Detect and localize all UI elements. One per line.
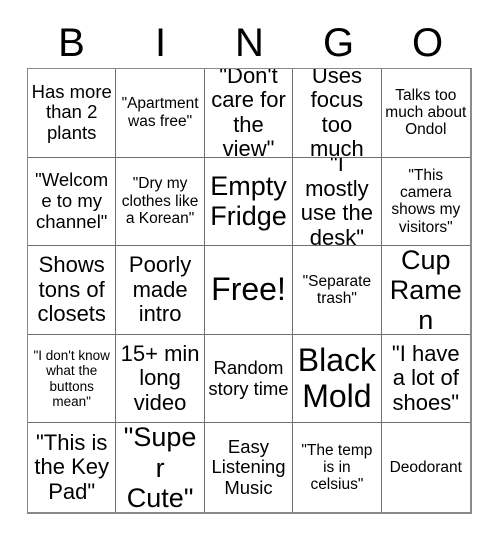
bingo-cell-label: "This camera shows my visitors" [391, 166, 461, 236]
bingo-cell[interactable]: "I don't know what the buttons mean" [28, 334, 117, 424]
bingo-cell-label: Random story time [208, 356, 289, 399]
bingo-cell[interactable]: "The temp is in celsius" [293, 423, 382, 512]
bingo-cell-label: "I have a lot of shoes" [391, 340, 460, 415]
bingo-cell[interactable]: "This is the Key Pad" [28, 423, 117, 512]
bingo-cell-label: "Super Cute" [123, 423, 197, 512]
bingo-cell-label: Shows tons of closets [37, 252, 106, 327]
bingo-cell[interactable]: "I have a lot of shoes" [381, 334, 470, 424]
bingo-header-letter-n: N [235, 21, 264, 65]
bingo-cell-label: Talks too much about Ondol [385, 86, 467, 139]
bingo-cell[interactable]: Random story time [204, 334, 294, 424]
bingo-cell[interactable]: "Apartment was free" [116, 69, 205, 158]
bingo-cell[interactable]: "Super Cute" [116, 423, 205, 512]
bingo-cell-label: "Separate trash" [302, 272, 372, 307]
bingo-cell-free-space[interactable]: Free! [204, 246, 294, 335]
bingo-header-letter-o: O [411, 21, 444, 65]
bingo-cell-label: Uses focus too much [309, 69, 364, 158]
bingo-cell-label: Black Mold [297, 341, 377, 414]
bingo-cell-label: Poorly made intro [128, 252, 192, 327]
bingo-cell[interactable]: 15+ min long video [116, 334, 205, 424]
bingo-cell[interactable]: Cup Ramen [381, 246, 470, 335]
bingo-cell[interactable]: "Don't care for the view" [204, 69, 294, 158]
bingo-header-letter-g: G [322, 21, 355, 65]
bingo-cell[interactable]: Deodorant [381, 423, 470, 512]
bingo-cell-label: "Welcome to my channel" [35, 169, 109, 232]
bingo-cell-label: "Dry my clothes like a Korean" [121, 175, 199, 228]
bingo-cell-label: "This is the Key Pad" [34, 429, 109, 504]
bingo-card: B I N G O Has more than 2 plants "Apartm… [0, 0, 500, 544]
bingo-cell-label: Has more than 2 plants [31, 80, 112, 144]
bingo-cell[interactable]: Easy Listening Music [204, 423, 294, 512]
bingo-cell[interactable]: "Separate trash" [293, 246, 382, 335]
bingo-cell[interactable]: "This camera shows my visitors" [381, 157, 470, 247]
bingo-cell[interactable]: Has more than 2 plants [28, 69, 117, 158]
bingo-cell-label: "Apartment was free" [121, 95, 199, 130]
bingo-cell-label: Cup Ramen [389, 246, 462, 335]
bingo-header: B I N G O [27, 18, 472, 68]
bingo-cell[interactable]: Shows tons of closets [28, 246, 117, 335]
bingo-cell-label: "Don't care for the view" [211, 69, 286, 158]
bingo-cell-label: "I mostly use the desk" [300, 157, 373, 247]
bingo-cell-label: Easy Listening Music [211, 435, 286, 499]
bingo-header-letter-i: I [154, 21, 167, 65]
bingo-cell[interactable]: Black Mold [293, 334, 382, 424]
bingo-cell-label: Empty Fridge [210, 171, 287, 232]
bingo-cell[interactable]: "Dry my clothes like a Korean" [116, 157, 205, 247]
bingo-cell-label: "I don't know what the buttons mean" [33, 348, 110, 409]
bingo-cell[interactable]: Talks too much about Ondol [381, 69, 470, 158]
bingo-cell[interactable]: "I mostly use the desk" [293, 157, 382, 247]
bingo-cell-label: Free! [211, 271, 286, 308]
bingo-cell-label: 15+ min long video [120, 340, 200, 415]
bingo-cell[interactable]: Uses focus too much [293, 69, 382, 158]
bingo-cell-label: Deodorant [389, 459, 462, 476]
bingo-cell[interactable]: Poorly made intro [116, 246, 205, 335]
bingo-header-letter-b: B [58, 21, 85, 65]
bingo-cell[interactable]: Empty Fridge [204, 157, 294, 247]
bingo-cell-label: "The temp is in celsius" [301, 441, 373, 494]
bingo-grid: Has more than 2 plants "Apartment was fr… [27, 68, 472, 514]
bingo-cell[interactable]: "Welcome to my channel" [28, 157, 117, 247]
